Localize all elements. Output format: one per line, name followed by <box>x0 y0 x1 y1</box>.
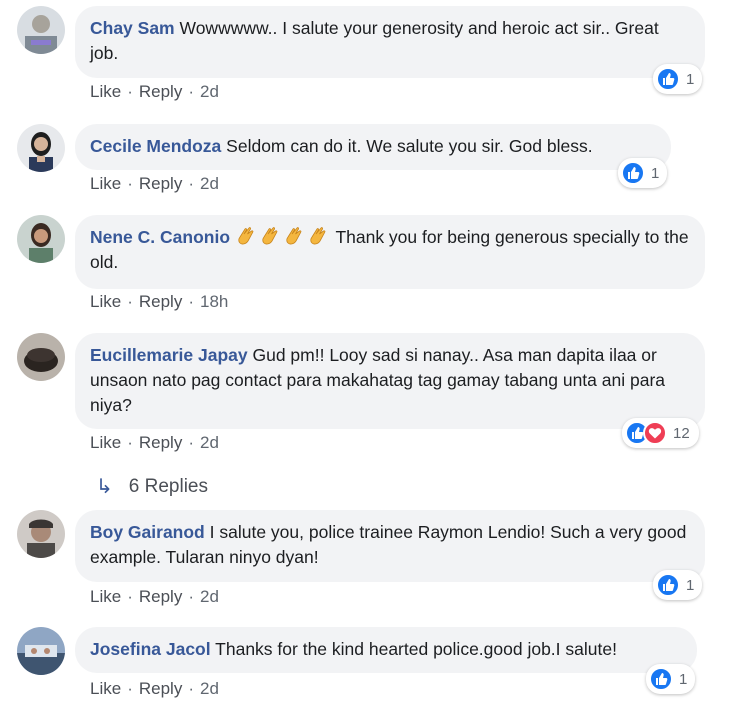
avatar[interactable]: ​ <box>17 333 65 381</box>
reaction-count: 1 <box>686 70 695 88</box>
comment-time[interactable]: 2d <box>200 679 219 698</box>
separator-dot: · <box>127 174 133 193</box>
comment-actions: Like · Reply · 2d <box>90 679 219 699</box>
reaction-count: 12 <box>673 424 690 442</box>
comment-bubble: Nene C. Canonio Thank you for being gene… <box>75 215 705 289</box>
like-link[interactable]: Like <box>90 587 121 606</box>
like-link[interactable]: Like <box>90 433 121 452</box>
comment-actions: Like · Reply · 18h <box>90 292 228 312</box>
reaction-count: 1 <box>651 164 660 182</box>
reaction-summary[interactable]: 1 <box>653 570 703 600</box>
separator-dot: · <box>127 82 133 101</box>
comment-author[interactable]: Josefina Jacol <box>90 639 211 659</box>
like-reaction-icon <box>656 67 680 91</box>
like-link[interactable]: Like <box>90 679 121 698</box>
avatar[interactable] <box>17 627 65 675</box>
reaction-summary[interactable]: 12 <box>622 418 699 448</box>
separator-dot: · <box>188 587 194 606</box>
comment-time[interactable]: 2d <box>200 82 219 101</box>
comment-time[interactable]: 18h <box>200 292 228 311</box>
comment-time[interactable]: 2d <box>200 433 219 452</box>
separator-dot: · <box>188 82 194 101</box>
comment-author[interactable]: Eucillemarie Japay <box>90 345 248 365</box>
comment-text: Thanks for the kind hearted police.good … <box>215 639 617 659</box>
separator-dot: · <box>188 292 194 311</box>
like-reaction-icon <box>656 573 680 597</box>
separator-dot: · <box>127 433 133 452</box>
reply-link[interactable]: Reply <box>139 433 182 452</box>
comment-author[interactable]: Boy Gairanod <box>90 522 205 542</box>
reaction-count: 1 <box>679 670 688 688</box>
like-link[interactable]: Like <box>90 82 121 101</box>
reply-link[interactable]: Reply <box>139 587 182 606</box>
comment-bubble: Cecile Mendoza Seldom can do it. We salu… <box>75 124 671 170</box>
reaction-summary[interactable]: 1 <box>646 664 696 694</box>
comment-time[interactable]: 2d <box>200 174 219 193</box>
comment-bubble: Josefina Jacol Thanks for the kind heart… <box>75 627 697 673</box>
comment-actions: Like · Reply · 2d <box>90 433 219 453</box>
clapping-hands-icon <box>235 227 336 247</box>
separator-dot: · <box>188 174 194 193</box>
reply-link[interactable]: Reply <box>139 292 182 311</box>
comment-time[interactable]: 2d <box>200 587 219 606</box>
reply-link[interactable]: Reply <box>139 679 182 698</box>
comment-author[interactable]: Nene C. Canonio <box>90 227 230 247</box>
comment-text: Seldom can do it. We salute you sir. God… <box>226 136 593 156</box>
comment-actions: Like · Reply · 2d <box>90 82 219 102</box>
separator-dot: · <box>127 292 133 311</box>
view-replies-link[interactable]: ↳ 6 Replies <box>96 474 208 499</box>
love-reaction-icon <box>643 421 667 445</box>
like-link[interactable]: Like <box>90 174 121 193</box>
separator-dot: · <box>127 587 133 606</box>
reply-arrow-icon: ↳ <box>96 476 113 498</box>
like-reaction-icon <box>649 667 673 691</box>
comment-author[interactable]: Cecile Mendoza <box>90 136 221 156</box>
like-link[interactable]: Like <box>90 292 121 311</box>
comment-bubble: Chay Sam Wowwwww.. I salute your generos… <box>75 6 705 78</box>
comment-author[interactable]: Chay Sam <box>90 18 175 38</box>
comment-actions: Like · Reply · 2d <box>90 174 219 194</box>
avatar[interactable] <box>17 215 65 263</box>
separator-dot: · <box>188 433 194 452</box>
avatar[interactable] <box>17 6 65 54</box>
comment-bubble: Boy Gairanod I salute you, police traine… <box>75 510 705 582</box>
comment-actions: Like · Reply · 2d <box>90 587 219 607</box>
comment-bubble: Eucillemarie Japay Gud pm!! Looy sad si … <box>75 333 705 429</box>
reaction-summary[interactable]: 1 <box>653 64 703 94</box>
avatar[interactable] <box>17 124 65 172</box>
reaction-count: 1 <box>686 576 695 594</box>
reply-link[interactable]: Reply <box>139 174 182 193</box>
separator-dot: · <box>127 679 133 698</box>
like-reaction-icon <box>621 161 645 185</box>
comment-text: Wowwwww.. I salute your generosity and h… <box>90 18 659 63</box>
reply-link[interactable]: Reply <box>139 82 182 101</box>
replies-count-label[interactable]: 6 Replies <box>129 476 208 498</box>
avatar[interactable] <box>17 510 65 558</box>
separator-dot: · <box>188 679 194 698</box>
reaction-summary[interactable]: 1 <box>618 158 668 188</box>
